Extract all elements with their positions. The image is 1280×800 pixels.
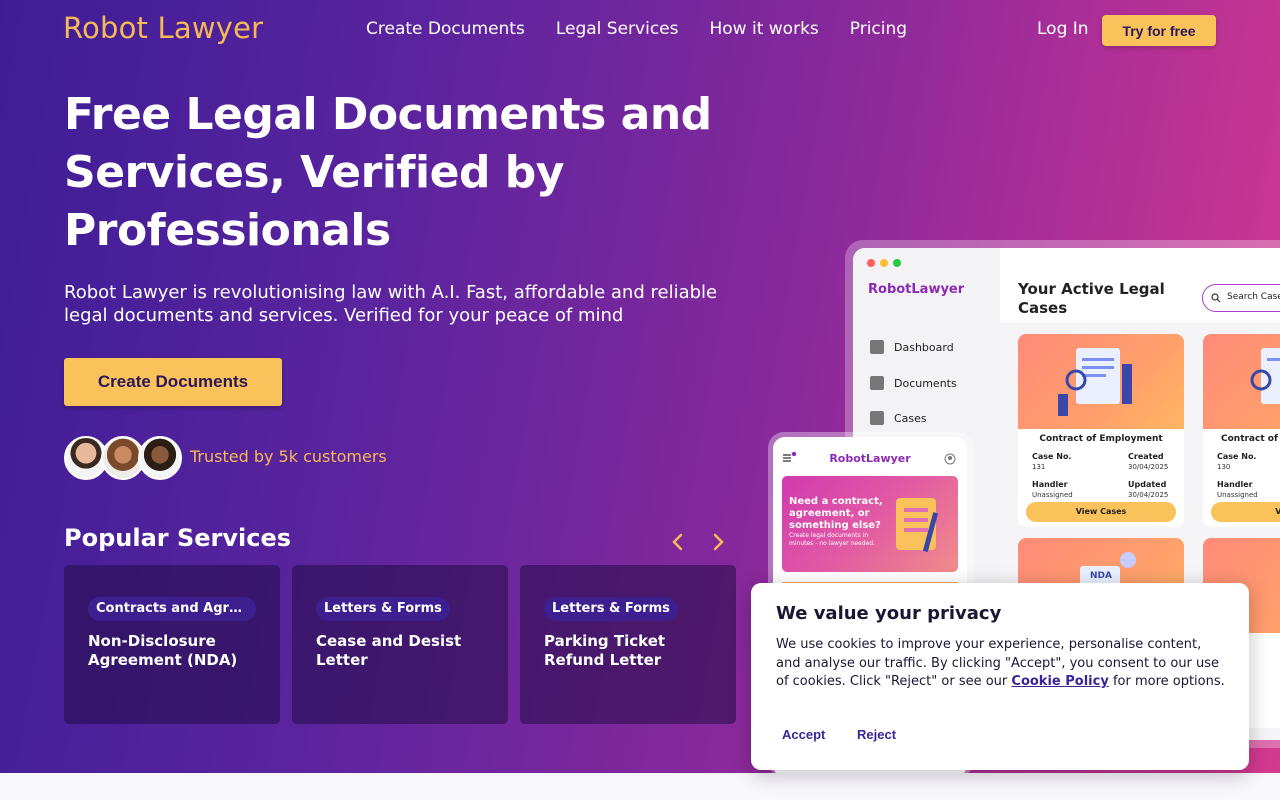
case-title: Contract of [1221, 434, 1278, 444]
gavel-icon [870, 411, 884, 425]
case-illustration [1203, 334, 1280, 429]
nav-how-it-works[interactable]: How it works [709, 19, 818, 39]
phone-banner: Need a contract, agreement, or something… [782, 476, 958, 572]
service-title: Non-Disclosure Agreement (NDA) [88, 632, 238, 669]
service-title: Cease and Desist Letter [316, 632, 462, 669]
case-value: 131 [1032, 463, 1046, 471]
window-dot [893, 259, 901, 267]
case-title: Contract of Employment [1039, 434, 1163, 444]
case-label: Updated [1128, 480, 1167, 489]
mockup-heading: Your Active Legal Cases [1018, 280, 1165, 317]
trusted-text: Trusted by 5k customers [190, 447, 387, 466]
mockup-sidebar-documents: Documents [870, 376, 957, 390]
mockup-sidebar-cases: Cases [870, 411, 927, 425]
main-nav: Create Documents Legal Services How it w… [366, 19, 938, 39]
mockup-sidebar-label: Cases [894, 411, 927, 425]
case-label: Created [1128, 452, 1164, 461]
cookie-banner: We value your privacy We use cookies to … [751, 583, 1249, 770]
window-dot [867, 259, 875, 267]
cookie-policy-link[interactable]: Cookie Policy [1011, 674, 1108, 689]
case-value: 30/04/2025 [1128, 491, 1169, 499]
popular-services-title: Popular Services [64, 524, 292, 552]
brand-logo[interactable]: Robot Lawyer [63, 11, 263, 45]
phone-banner-subtitle: Create legal documents in minutes - no l… [789, 532, 875, 547]
case-value: Unassigned [1217, 491, 1258, 499]
clipboard-icon [896, 498, 939, 553]
mockup-sidebar-label: Dashboard [894, 340, 954, 354]
case-label: Handler [1217, 480, 1253, 489]
dashboard-icon [870, 340, 884, 354]
service-card-parking-refund[interactable]: Letters & Forms Parking Ticket Refund Le… [520, 565, 736, 724]
reject-button[interactable]: Reject [857, 727, 896, 742]
case-value: Unassigned [1032, 491, 1073, 499]
folder-icon [870, 376, 884, 390]
service-card-cease-desist[interactable]: Letters & Forms Cease and Desist Letter [292, 565, 508, 724]
case-label: Handler [1032, 480, 1068, 489]
case-value: 130 [1217, 463, 1231, 471]
cookie-text: We use cookies to improve your experienc… [776, 636, 1226, 692]
user-icon [944, 453, 956, 465]
case-label: Case No. [1032, 452, 1072, 461]
accept-button[interactable]: Accept [782, 727, 825, 742]
case-illustration [1018, 334, 1184, 429]
chevron-right-icon[interactable] [706, 530, 730, 554]
service-tag: Letters & Forms [544, 597, 678, 621]
cookie-text-after: for more options. [1108, 674, 1225, 689]
hero-headline: Free Legal Documents and Services, Verif… [64, 89, 712, 256]
case-card: Contract of Employment Case No. 131 Crea… [1018, 334, 1184, 527]
service-tag: Contracts and Agreements [88, 597, 256, 621]
mockup-sidebar-label: Documents [894, 376, 957, 390]
mockup-search: Search Case [1202, 284, 1280, 312]
phone-logo: RobotLawyer [829, 452, 911, 465]
view-button: View [1211, 502, 1280, 522]
nda-label: NDA [1090, 571, 1112, 581]
search-icon [1211, 293, 1221, 303]
chevron-left-icon[interactable] [666, 530, 690, 554]
service-title: Parking Ticket Refund Letter [544, 632, 666, 669]
nav-legal-services[interactable]: Legal Services [556, 19, 679, 39]
case-card: Contract of Case No. 130 Handler Unassig… [1203, 334, 1280, 527]
create-documents-button[interactable]: Create Documents [64, 358, 282, 406]
cookie-title: We value your privacy [776, 603, 1002, 624]
phone-banner-title: Need a contract, agreement, or something… [789, 496, 883, 531]
case-label: Case No. [1217, 452, 1257, 461]
view-cases-button: View Cases [1026, 502, 1176, 522]
service-card-nda[interactable]: Contracts and Agreements Non-Disclosure … [64, 565, 280, 724]
nav-pricing[interactable]: Pricing [850, 19, 907, 39]
mockup-logo: RobotLawyer [868, 282, 965, 297]
nav-create-documents[interactable]: Create Documents [366, 19, 525, 39]
mockup-search-text: Search Case [1227, 292, 1280, 302]
login-link[interactable]: Log In [1037, 19, 1089, 39]
service-tag: Letters & Forms [316, 597, 450, 621]
mockup-sidebar-dashboard: Dashboard [870, 340, 954, 354]
try-for-free-button[interactable]: Try for free [1102, 15, 1216, 46]
case-value: 30/04/2025 [1128, 463, 1169, 471]
hero-subtext: Robot Lawyer is revolutionising law with… [64, 282, 718, 326]
avatar [138, 436, 182, 480]
mockup-header: Your Active Legal Cases Search Case [1000, 248, 1280, 324]
window-dot [880, 259, 888, 267]
